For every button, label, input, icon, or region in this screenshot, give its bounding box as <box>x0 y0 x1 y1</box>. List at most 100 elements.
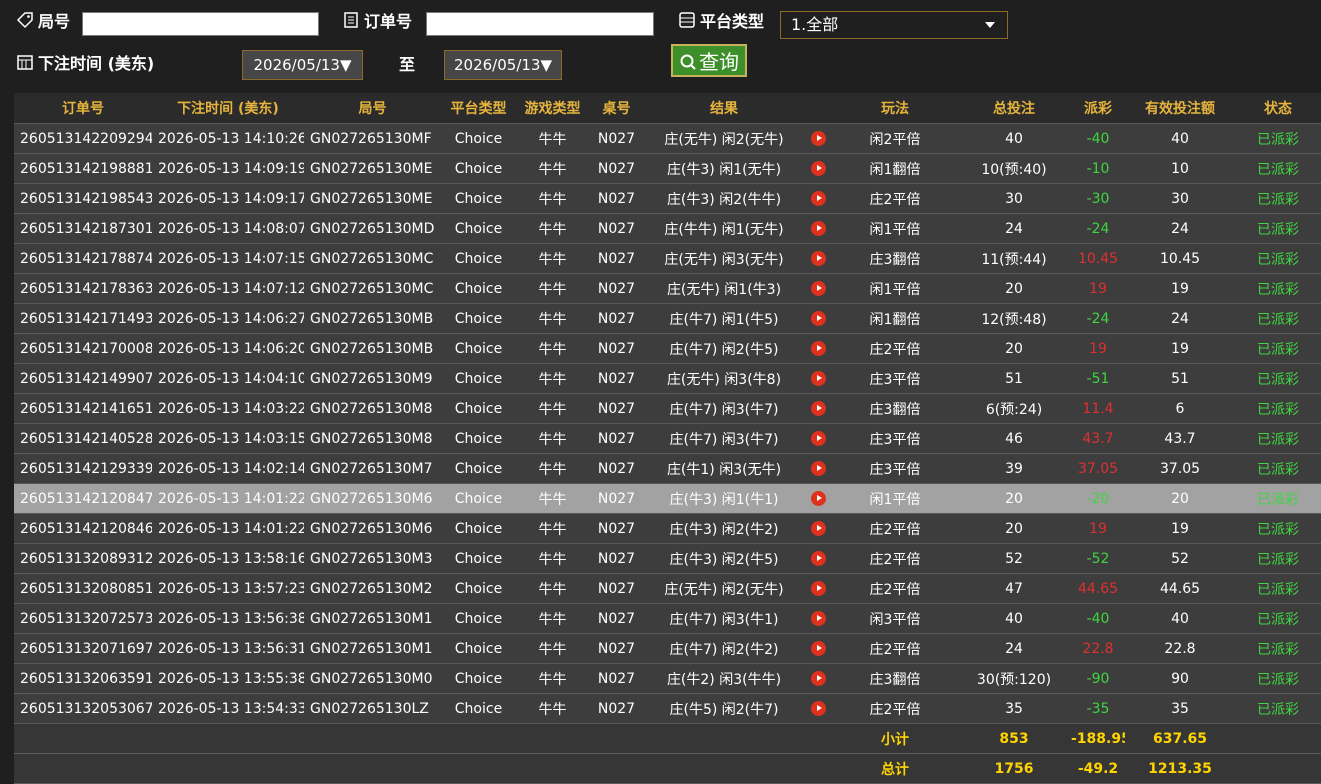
bet-time-cell: 2026-05-13 13:56:31 <box>152 633 304 664</box>
date-to-picker[interactable]: 2026/05/13▼ <box>444 50 562 80</box>
bet-type-cell: 闲1翻倍 <box>833 303 957 334</box>
round-id-cell: GN027265130MD <box>304 213 441 244</box>
platform-cell: Choice <box>441 363 516 394</box>
table-row[interactable]: 260513132089312 2026-05-13 13:58:16 GN0272… <box>14 543 1321 574</box>
result-cell: 庄(牛7) 闲3(牛7) <box>644 393 804 424</box>
replay-cell <box>804 693 833 724</box>
table-row[interactable]: 260513142178363 2026-05-13 14:07:12 GN0272… <box>14 273 1321 304</box>
table-row[interactable]: 260513142120846 2026-05-13 14:01:22 GN0272… <box>14 513 1321 544</box>
bet-time-cell: 2026-05-13 14:06:20 <box>152 333 304 364</box>
table-row[interactable]: 260513142187301 2026-05-13 14:08:07 GN0272… <box>14 213 1321 244</box>
table-row[interactable]: 260513132063591 2026-05-13 13:55:38 GN0272… <box>14 663 1321 694</box>
play-video-icon[interactable] <box>811 671 826 686</box>
total-bet-cell: 47 <box>957 573 1071 604</box>
play-video-icon[interactable] <box>811 221 826 236</box>
platform-label: 平台类型 <box>678 8 764 32</box>
play-video-icon[interactable] <box>811 281 826 296</box>
game-type-cell: 牛牛 <box>516 123 589 154</box>
table-row[interactable]: 260513142149907 2026-05-13 14:04:10 GN0272… <box>14 363 1321 394</box>
play-video-icon[interactable] <box>811 161 826 176</box>
play-video-icon[interactable] <box>811 251 826 266</box>
table-row[interactable]: 260513132053067 2026-05-13 13:54:33 GN0272… <box>14 693 1321 724</box>
calendar-icon <box>16 53 34 71</box>
total-bet-cell: 30(预:120) <box>957 663 1071 694</box>
table-row[interactable]: 260513132071697 2026-05-13 13:56:31 GN0272… <box>14 633 1321 664</box>
platform-cell: Choice <box>441 573 516 604</box>
game-type-cell: 牛牛 <box>516 603 589 634</box>
platform-select[interactable]: 1.全部 <box>780 11 1008 39</box>
table-no-cell: N027 <box>589 663 644 694</box>
date-from-picker[interactable]: 2026/05/13▼ <box>242 50 363 80</box>
valid-bet-cell: 6 <box>1125 393 1235 424</box>
platform-select-value: 1.全部 <box>791 15 839 34</box>
table-row[interactable]: 260513142141651 2026-05-13 14:03:22 GN0272… <box>14 393 1321 424</box>
table-row[interactable]: 260513142170008 2026-05-13 14:06:20 GN0272… <box>14 333 1321 364</box>
bet-type-cell: 闲1翻倍 <box>833 153 957 184</box>
query-button[interactable]: 查询 <box>671 44 747 77</box>
play-video-icon[interactable] <box>811 131 826 146</box>
table-row[interactable]: 260513142140528 2026-05-13 14:03:15 GN0272… <box>14 423 1321 454</box>
payout-cell: -20 <box>1071 483 1125 514</box>
play-video-icon[interactable] <box>811 341 826 356</box>
play-video-icon[interactable] <box>811 491 826 506</box>
orders-table: 订单号 下注时间 (美东) 局号 平台类型 游戏类型 桌号 结果 玩法 总投注 派彩 有效投注额 状态… <box>14 93 1321 784</box>
chevron-down-icon <box>985 22 995 28</box>
order-id-cell: 260513132071697 <box>14 633 152 664</box>
play-video-icon[interactable] <box>811 461 826 476</box>
play-video-icon[interactable] <box>811 401 826 416</box>
status-cell: 已派彩 <box>1235 423 1321 454</box>
play-video-icon[interactable] <box>811 431 826 446</box>
play-video-icon[interactable] <box>811 701 826 716</box>
replay-cell <box>804 213 833 244</box>
order-id-cell: 260513142171493 <box>14 303 152 334</box>
column-header: 玩法 <box>833 93 957 124</box>
payout-cell: 19 <box>1071 513 1125 544</box>
table-row[interactable]: 260513132080851 2026-05-13 13:57:23 GN0272… <box>14 573 1321 604</box>
column-header: 总投注 <box>957 93 1071 124</box>
valid-bet-cell: 19 <box>1125 273 1235 304</box>
order-id-cell: 260513142198881 <box>14 153 152 184</box>
table-row[interactable]: 260513142129339 2026-05-13 14:02:14 GN0272… <box>14 453 1321 484</box>
play-video-icon[interactable] <box>811 311 826 326</box>
bet-time-cell: 2026-05-13 14:02:14 <box>152 453 304 484</box>
table-row[interactable]: 260513132072573 2026-05-13 13:56:38 GN0272… <box>14 603 1321 634</box>
order-input[interactable] <box>426 12 654 36</box>
valid-bet-cell: 24 <box>1125 303 1235 334</box>
table-row[interactable]: 260513142120847 2026-05-13 14:01:22 GN0272… <box>14 483 1321 514</box>
table-row[interactable]: 260513142198543 2026-05-13 14:09:17 GN0272… <box>14 183 1321 214</box>
result-cell: 庄(牛5) 闲2(牛7) <box>644 693 804 724</box>
game-type-cell: 牛牛 <box>516 573 589 604</box>
table-row[interactable]: 260513142209294 2026-05-13 14:10:26 GN0272… <box>14 123 1321 154</box>
status-cell: 已派彩 <box>1235 303 1321 334</box>
ju-input[interactable] <box>82 12 319 36</box>
status-cell: 已派彩 <box>1235 513 1321 544</box>
table-no-cell: N027 <box>589 693 644 724</box>
list-icon <box>678 11 696 29</box>
round-id-cell: GN027265130ME <box>304 153 441 184</box>
order-id-cell: 260513142141651 <box>14 393 152 424</box>
play-video-icon[interactable] <box>811 611 826 626</box>
bet-time-cell: 2026-05-13 13:56:38 <box>152 603 304 634</box>
play-video-icon[interactable] <box>811 581 826 596</box>
table-row[interactable]: 260513142171493 2026-05-13 14:06:27 GN0272… <box>14 303 1321 334</box>
payout-cell: -52 <box>1071 543 1125 574</box>
valid-bet-cell: 40 <box>1125 123 1235 154</box>
play-video-icon[interactable] <box>811 551 826 566</box>
play-video-icon[interactable] <box>811 371 826 386</box>
game-type-cell: 牛牛 <box>516 273 589 304</box>
replay-cell <box>804 123 833 154</box>
table-no-cell: N027 <box>589 153 644 184</box>
bet-type-cell: 庄3翻倍 <box>833 663 957 694</box>
play-video-icon[interactable] <box>811 521 826 536</box>
platform-cell: Choice <box>441 273 516 304</box>
game-type-cell: 牛牛 <box>516 363 589 394</box>
result-cell: 庄(牛7) 闲1(牛5) <box>644 303 804 334</box>
table-row[interactable]: 260513142178874 2026-05-13 14:07:15 GN0272… <box>14 243 1321 274</box>
game-type-cell: 牛牛 <box>516 663 589 694</box>
table-no-cell: N027 <box>589 573 644 604</box>
play-video-icon[interactable] <box>811 191 826 206</box>
status-cell: 已派彩 <box>1235 183 1321 214</box>
receipt-icon <box>342 11 360 29</box>
play-video-icon[interactable] <box>811 641 826 656</box>
table-row[interactable]: 260513142198881 2026-05-13 14:09:19 GN0272… <box>14 153 1321 184</box>
